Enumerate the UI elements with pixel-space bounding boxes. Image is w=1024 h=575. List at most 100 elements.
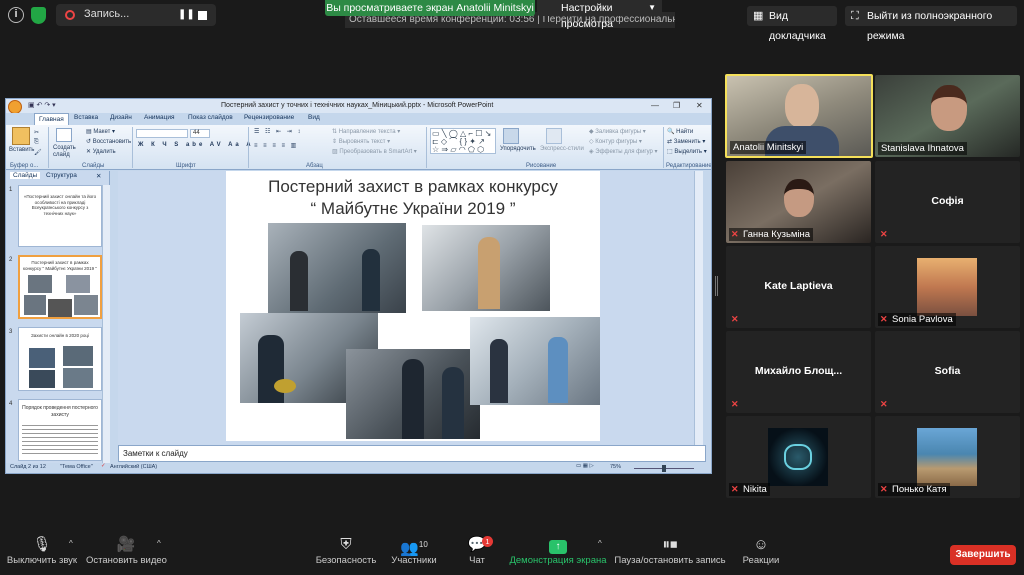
- layout-label: Макет: [93, 129, 111, 135]
- layout-button[interactable]: ▤ Макет ▾: [86, 128, 115, 135]
- minimize-icon[interactable]: —: [651, 99, 659, 113]
- quick-access-toolbar[interactable]: ▣ ↶ ↷ ▾: [28, 99, 56, 113]
- thumb-number: 2: [9, 257, 13, 263]
- font-size-field[interactable]: 44: [190, 129, 210, 138]
- spellcheck-icon[interactable]: ✓: [101, 463, 106, 469]
- stop-recording-icon[interactable]: [198, 11, 207, 20]
- participants-label: Участники: [391, 555, 437, 566]
- close-icon[interactable]: ✕: [696, 99, 703, 113]
- mic-off-icon: ✕: [731, 399, 739, 409]
- tab-review[interactable]: Рецензирование: [244, 114, 294, 121]
- thumbnails-scrollbar[interactable]: [102, 185, 110, 463]
- participant-tile-active[interactable]: Anatolii Minitskyi: [725, 74, 873, 158]
- copy-icon[interactable]: ⎘: [34, 139, 39, 146]
- encryption-shield-icon[interactable]: [31, 7, 46, 24]
- slide-thumbnail[interactable]: Захисти онлайн в 2020 році: [18, 327, 102, 391]
- tab-slides[interactable]: Слайды: [10, 172, 41, 179]
- share-screen-icon: ↑: [549, 540, 567, 554]
- find-button[interactable]: 🔍 Найти: [667, 128, 693, 135]
- tab-outline[interactable]: Структура: [46, 172, 77, 179]
- slide-notes[interactable]: Заметки к слайду: [118, 445, 706, 462]
- slide-thumbnail-selected[interactable]: Постерний захист в рамках конкурсу " Май…: [18, 255, 102, 319]
- info-icon[interactable]: i: [8, 7, 24, 23]
- slide-scrollbar[interactable]: [694, 171, 703, 445]
- create-slide-label[interactable]: Создать слайд: [53, 145, 79, 159]
- end-meeting-button[interactable]: Завершить: [950, 545, 1016, 565]
- participant-tile[interactable]: ✕ Sonia Pavlova: [875, 246, 1020, 328]
- zoom-level[interactable]: 75%: [610, 464, 621, 470]
- delete-slide-button[interactable]: ✕ Удалить: [86, 148, 116, 155]
- format-painter-icon[interactable]: 🖌: [34, 149, 42, 156]
- person-figure: [258, 335, 284, 403]
- slide-thumbnail[interactable]: «Постерний захист онлайн та його особлив…: [18, 185, 102, 247]
- security-button[interactable]: ⛨ Безопасность: [314, 533, 378, 575]
- participants-button[interactable]: 👥10 Участники: [388, 533, 440, 575]
- participant-face: [784, 179, 814, 217]
- convert-smartart-button[interactable]: ▨ Преобразовать в SmartArt ▾: [332, 148, 417, 155]
- meeting-controls: 🎙 Выключить звук ^ 🎥 Остановить видео ^ …: [0, 533, 1024, 575]
- tab-insert[interactable]: Вставка: [74, 114, 98, 121]
- office-button-icon[interactable]: [8, 100, 22, 114]
- slide-thumbnail[interactable]: Порядок проведення постерного захисту: [18, 399, 102, 461]
- shape-outline-button[interactable]: ◇ Контур фигуры ▾: [589, 138, 642, 145]
- current-slide[interactable]: Постерний захист в рамках конкурсу “ Май…: [226, 171, 600, 441]
- resize-handle[interactable]: [715, 276, 718, 296]
- paste-label[interactable]: Вставить: [9, 147, 34, 153]
- chevron-up-icon[interactable]: ^: [598, 539, 602, 548]
- speaker-view-button[interactable]: ▦ Вид докладчика: [747, 6, 837, 42]
- participant-tile[interactable]: ✕ Nіkіta: [726, 416, 871, 498]
- quick-styles-icon[interactable]: [546, 128, 562, 144]
- participant-name: ✕ Sonia Pavlova: [878, 313, 956, 326]
- select-button[interactable]: ⬚ Выделить ▾: [667, 148, 707, 155]
- participant-tile[interactable]: Sofia ✕: [875, 331, 1020, 413]
- tab-home[interactable]: Главная: [34, 113, 69, 125]
- cut-icon[interactable]: ✂: [34, 129, 39, 136]
- participant-tile[interactable]: ✕ Понько Катя: [875, 416, 1020, 498]
- exit-fullscreen-button[interactable]: ⛶ Выйти из полноэкранного режима: [845, 6, 1017, 42]
- shape-fill-label: Заливка фигуры: [595, 129, 642, 135]
- chevron-up-icon[interactable]: ^: [69, 539, 73, 548]
- participant-tile[interactable]: Софія ✕: [875, 161, 1020, 243]
- shapes-gallery[interactable]: ▭ ╲ ◯ △ ⌐ ☐ ↘ ⊏ ◇ ⌒ { } ✦ ↗ ☆ ⇒ ▱ ◠ ⬠ ⬡: [430, 128, 496, 154]
- chevron-up-icon[interactable]: ^: [157, 539, 161, 548]
- participant-tile[interactable]: Kate Laptieva ✕: [726, 246, 871, 328]
- participant-tile[interactable]: Stanislava Ihnatova: [875, 75, 1020, 157]
- ribbon-tabs: Главная Вставка Дизайн Анимация Показ сл…: [6, 113, 711, 125]
- replace-button[interactable]: ⇄ Заменить ▾: [667, 138, 705, 145]
- reactions-button[interactable]: ☺ Реакции: [738, 533, 784, 575]
- view-options-dropdown[interactable]: Настройки просмотра ▼: [537, 0, 662, 30]
- shape-fill-button[interactable]: ◆ Заливка фигуры ▾: [589, 128, 646, 135]
- align-text-button[interactable]: ⇕ Выровнять текст ▾: [332, 138, 390, 145]
- share-screen-button[interactable]: ↑ Демонстрация экрана: [508, 533, 608, 575]
- tab-view[interactable]: Вид: [308, 114, 320, 121]
- pause-recording-icon[interactable]: ❚❚: [178, 8, 195, 22]
- font-name-field[interactable]: [136, 129, 188, 138]
- view-buttons[interactable]: ▭ ▦ ▷: [576, 463, 594, 469]
- shared-powerpoint-window: ▣ ↶ ↷ ▾ Постерний захист у точних і техн…: [5, 98, 712, 474]
- align-buttons[interactable]: ≡ ≡ ≡ ≡ ▥: [254, 142, 298, 149]
- quick-styles-label[interactable]: Экспресс-стили: [540, 146, 584, 152]
- arrange-icon[interactable]: [503, 128, 519, 144]
- list-buttons[interactable]: ☰ ☷ ⇤ ⇥ ↕: [254, 128, 302, 135]
- shape-effects-button[interactable]: ◈ Эффекты для фигур ▾: [589, 148, 658, 155]
- slide-counter: Слайд 2 из 12: [10, 464, 46, 470]
- zoom-slider-thumb[interactable]: [662, 465, 666, 472]
- arrange-label[interactable]: Упорядочить: [500, 146, 536, 152]
- text-direction-button[interactable]: ⇅ Направление текста ▾: [332, 128, 400, 135]
- paste-icon[interactable]: [12, 127, 30, 145]
- align-text-label: Выровнять текст: [338, 139, 386, 145]
- tab-slideshow[interactable]: Показ слайдов: [188, 114, 233, 121]
- stop-video-button[interactable]: 🎥 Остановить видео: [86, 533, 167, 575]
- tab-design[interactable]: Дизайн: [110, 114, 132, 121]
- reset-button[interactable]: ↺ Восстановить: [86, 138, 131, 145]
- language-indicator[interactable]: Английский (США): [110, 464, 157, 470]
- participant-face: [785, 84, 819, 128]
- font-format-buttons[interactable]: Ж К Ч S abe AV Aa A: [138, 142, 254, 148]
- pause-stop-recording-button[interactable]: ⏸⏹ Пауза/остановить запись: [614, 533, 726, 575]
- participant-tile[interactable]: ✕ Ганна Кузьміна: [726, 161, 871, 243]
- tab-animation[interactable]: Анимация: [144, 114, 175, 121]
- new-slide-icon[interactable]: [56, 128, 72, 142]
- maximize-icon[interactable]: ❐: [673, 99, 680, 113]
- participant-tile[interactable]: Михайло Блощ... ✕: [726, 331, 871, 413]
- close-pane-icon[interactable]: ✕: [96, 172, 101, 180]
